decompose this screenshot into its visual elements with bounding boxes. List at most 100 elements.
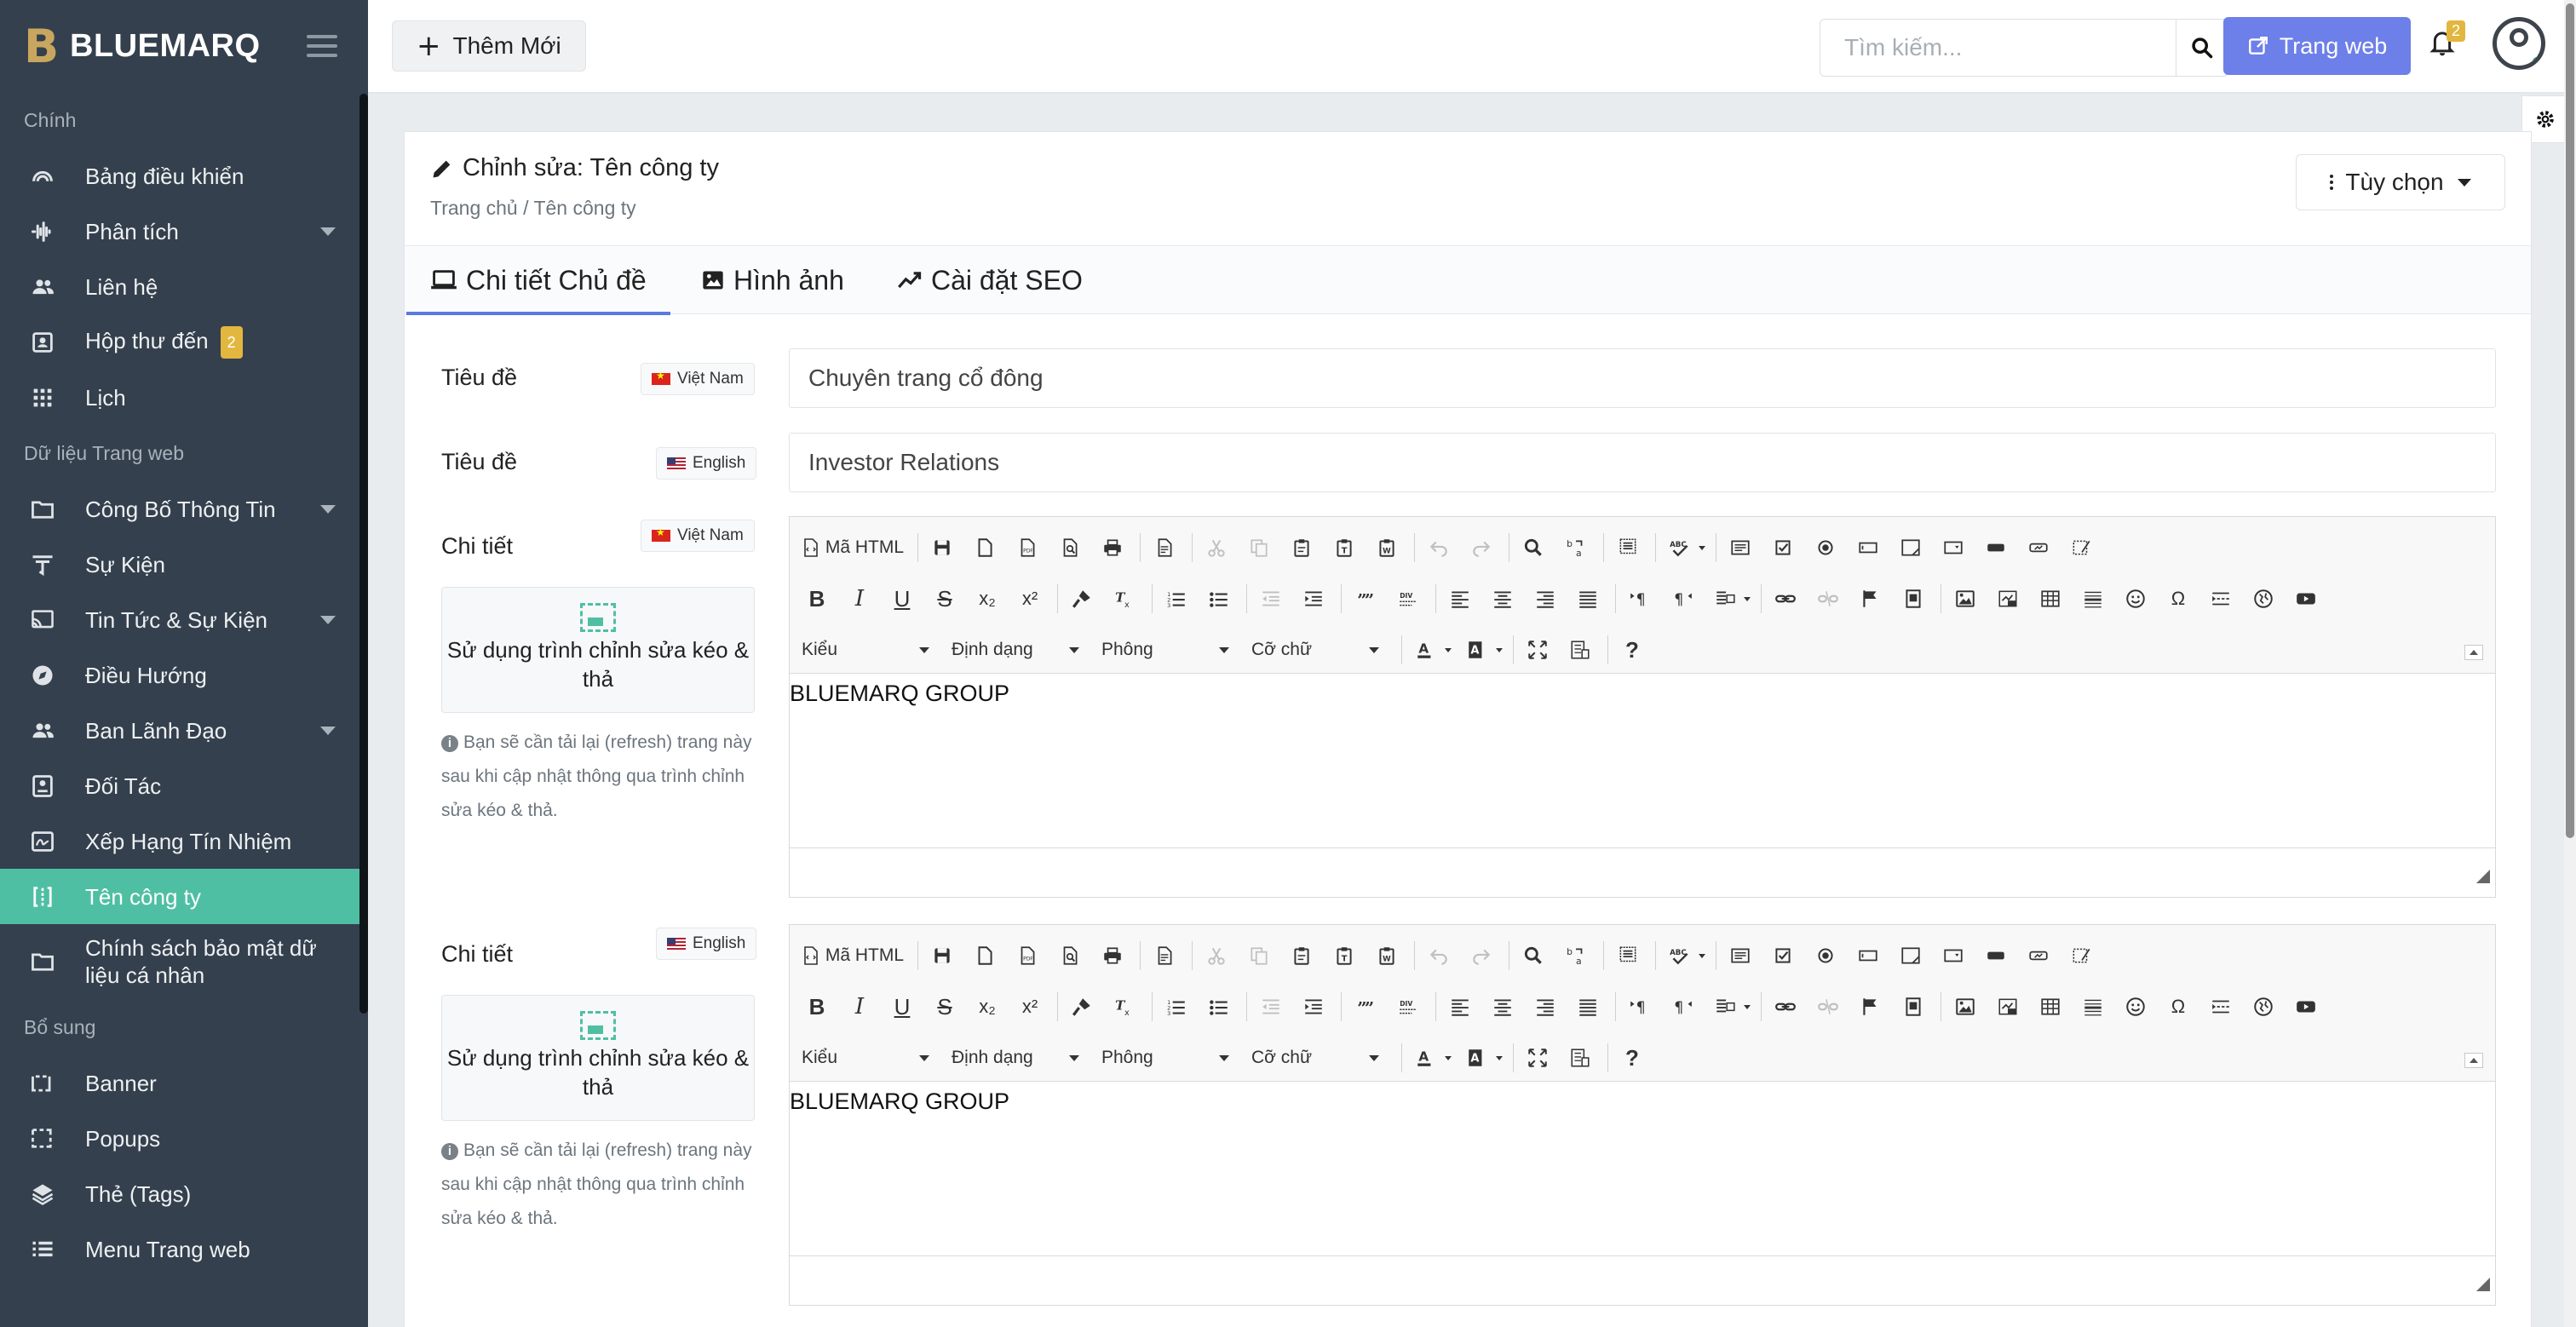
image-button-icon[interactable] — [2023, 940, 2054, 971]
sidebar-item-folder[interactable]: Chính sách bảo mật dữ liệu cá nhân — [0, 924, 368, 999]
page-scrollbar-thumb[interactable] — [2566, 3, 2574, 838]
image-icon[interactable] — [1950, 583, 1981, 614]
find-icon[interactable] — [1518, 940, 1549, 971]
iframe-icon[interactable] — [1898, 583, 1929, 614]
show-blocks-icon[interactable] — [1565, 1043, 1596, 1073]
paste-word-icon[interactable]: W — [1371, 532, 1402, 563]
maximize-icon[interactable] — [1522, 635, 1553, 665]
subscript-button[interactable]: x₂ — [972, 583, 1003, 614]
horizontal-line-icon[interactable] — [2078, 583, 2108, 614]
paste-text-icon[interactable]: T — [1329, 532, 1360, 563]
textarea-icon[interactable] — [1895, 940, 1926, 971]
hamburger-menu-icon[interactable] — [307, 35, 337, 57]
text-color-icon[interactable]: A — [1411, 1043, 1441, 1073]
notification-bell[interactable]: 2 — [2429, 20, 2466, 63]
editor-content[interactable]: BLUEMARQ GROUP — [790, 1082, 2495, 1255]
button-field-icon[interactable] — [1981, 940, 2011, 971]
outdent-icon[interactable] — [1256, 991, 1286, 1022]
text-color-icon[interactable]: A — [1411, 635, 1441, 665]
globe-icon[interactable] — [2248, 583, 2279, 614]
search-input[interactable] — [1820, 20, 2176, 76]
new-page-icon[interactable] — [969, 532, 1000, 563]
italic-button[interactable]: I — [844, 583, 875, 614]
align-justify-icon[interactable] — [1573, 583, 1603, 614]
superscript-button[interactable]: x² — [1015, 583, 1045, 614]
form-icon[interactable] — [1725, 940, 1756, 971]
align-justify-icon[interactable] — [1573, 991, 1603, 1022]
format-combo[interactable]: Cỡ chữ — [1251, 635, 1379, 665]
table-icon[interactable] — [2035, 583, 2066, 614]
language-icon[interactable] — [1710, 583, 1740, 614]
select-field-icon[interactable] — [1938, 940, 1969, 971]
language-icon[interactable] — [1710, 991, 1740, 1022]
horizontal-line-icon[interactable] — [2078, 991, 2108, 1022]
paste-word-icon[interactable]: W — [1371, 940, 1402, 971]
copy-icon[interactable] — [1244, 532, 1274, 563]
sidebar-item-grid[interactable]: Lịch — [0, 370, 368, 425]
spellcheck-icon[interactable]: ABC — [1665, 532, 1695, 563]
align-center-icon[interactable] — [1487, 991, 1518, 1022]
smiley-icon[interactable] — [2120, 991, 2151, 1022]
templates-icon[interactable] — [1149, 940, 1180, 971]
remove-format-icon[interactable]: Tx — [1109, 991, 1140, 1022]
copy-format-icon[interactable] — [1067, 583, 1097, 614]
preview-icon[interactable] — [1055, 940, 1085, 971]
options-dropdown[interactable]: Tùy chọn — [2296, 154, 2505, 210]
align-center-icon[interactable] — [1487, 583, 1518, 614]
copy-icon[interactable] — [1244, 940, 1274, 971]
source-button[interactable]: Mã HTML — [802, 537, 904, 558]
sidebar-item-filter[interactable]: Sự Kiện — [0, 537, 368, 592]
sidebar-item-banner[interactable]: Banner — [0, 1055, 368, 1111]
align-left-icon[interactable] — [1445, 583, 1475, 614]
outdent-icon[interactable] — [1256, 583, 1286, 614]
sidebar-item-contact[interactable]: Đối Tác — [0, 758, 368, 813]
source-button[interactable]: Mã HTML — [802, 945, 904, 966]
find-icon[interactable] — [1518, 532, 1549, 563]
tab-seo-settings[interactable]: Cài đặt SEO — [897, 246, 1083, 314]
search-button[interactable] — [2176, 20, 2228, 76]
select-all-icon[interactable] — [1613, 532, 1643, 563]
sidebar-item-popup[interactable]: Popups — [0, 1111, 368, 1166]
iframe-icon[interactable] — [1898, 991, 1929, 1022]
smiley-icon[interactable] — [2120, 583, 2151, 614]
underline-button[interactable]: U — [887, 583, 917, 614]
table-icon[interactable] — [2035, 991, 2066, 1022]
format-combo[interactable]: Định dạng — [952, 635, 1079, 665]
help-button[interactable]: ? — [1617, 635, 1647, 665]
ltr-icon[interactable]: ¶ — [1624, 991, 1655, 1022]
new-page-icon[interactable] — [969, 940, 1000, 971]
sidebar-item-users[interactable]: Ban Lãnh Đạo — [0, 703, 368, 758]
bulleted-list-icon[interactable] — [1204, 991, 1234, 1022]
templates-icon[interactable] — [1149, 532, 1180, 563]
link-icon[interactable] — [1770, 583, 1801, 614]
special-char-button[interactable]: Ω — [2163, 583, 2194, 614]
spellcheck-icon[interactable]: ABC — [1665, 940, 1695, 971]
cut-icon[interactable] — [1201, 532, 1232, 563]
format-combo[interactable]: Kiểu — [802, 1043, 929, 1073]
sidebar-item-inbox[interactable]: Hộp thư đến 2 — [0, 314, 368, 370]
ltr-icon[interactable]: ¶ — [1624, 583, 1655, 614]
format-combo[interactable]: Cỡ chữ — [1251, 1043, 1379, 1073]
sidebar-item-users[interactable]: Liên hệ — [0, 259, 368, 314]
drag-drop-editor-button[interactable]: Sử dụng trình chỉnh sửa kéo & thả — [441, 995, 755, 1121]
user-avatar[interactable] — [2493, 17, 2545, 70]
export-pdf-icon[interactable]: PDF — [1012, 532, 1043, 563]
sidebar-item-waveform[interactable]: Phân tích — [0, 204, 368, 259]
link-icon[interactable] — [1770, 991, 1801, 1022]
numbered-list-icon[interactable]: 123 — [1161, 991, 1192, 1022]
textarea-icon[interactable] — [1895, 532, 1926, 563]
image-button-icon[interactable] — [2023, 532, 2054, 563]
sidebar-item-column[interactable]: Tên công ty — [0, 869, 368, 924]
image-icon[interactable] — [1950, 991, 1981, 1022]
underline-button[interactable]: U — [887, 991, 917, 1022]
page-break-icon[interactable] — [2205, 583, 2236, 614]
website-button[interactable]: Trang web — [2223, 17, 2411, 75]
anchor-icon[interactable] — [1855, 991, 1886, 1022]
italic-button[interactable]: I — [844, 991, 875, 1022]
format-combo[interactable]: Kiểu — [802, 635, 929, 665]
title-en-input[interactable]: Investor Relations — [789, 433, 2496, 492]
undo-icon[interactable] — [1423, 940, 1454, 971]
checkbox-icon[interactable] — [1768, 940, 1798, 971]
bold-button[interactable]: B — [802, 583, 832, 614]
drag-drop-editor-button[interactable]: Sử dụng trình chỉnh sửa kéo & thả — [441, 587, 755, 713]
